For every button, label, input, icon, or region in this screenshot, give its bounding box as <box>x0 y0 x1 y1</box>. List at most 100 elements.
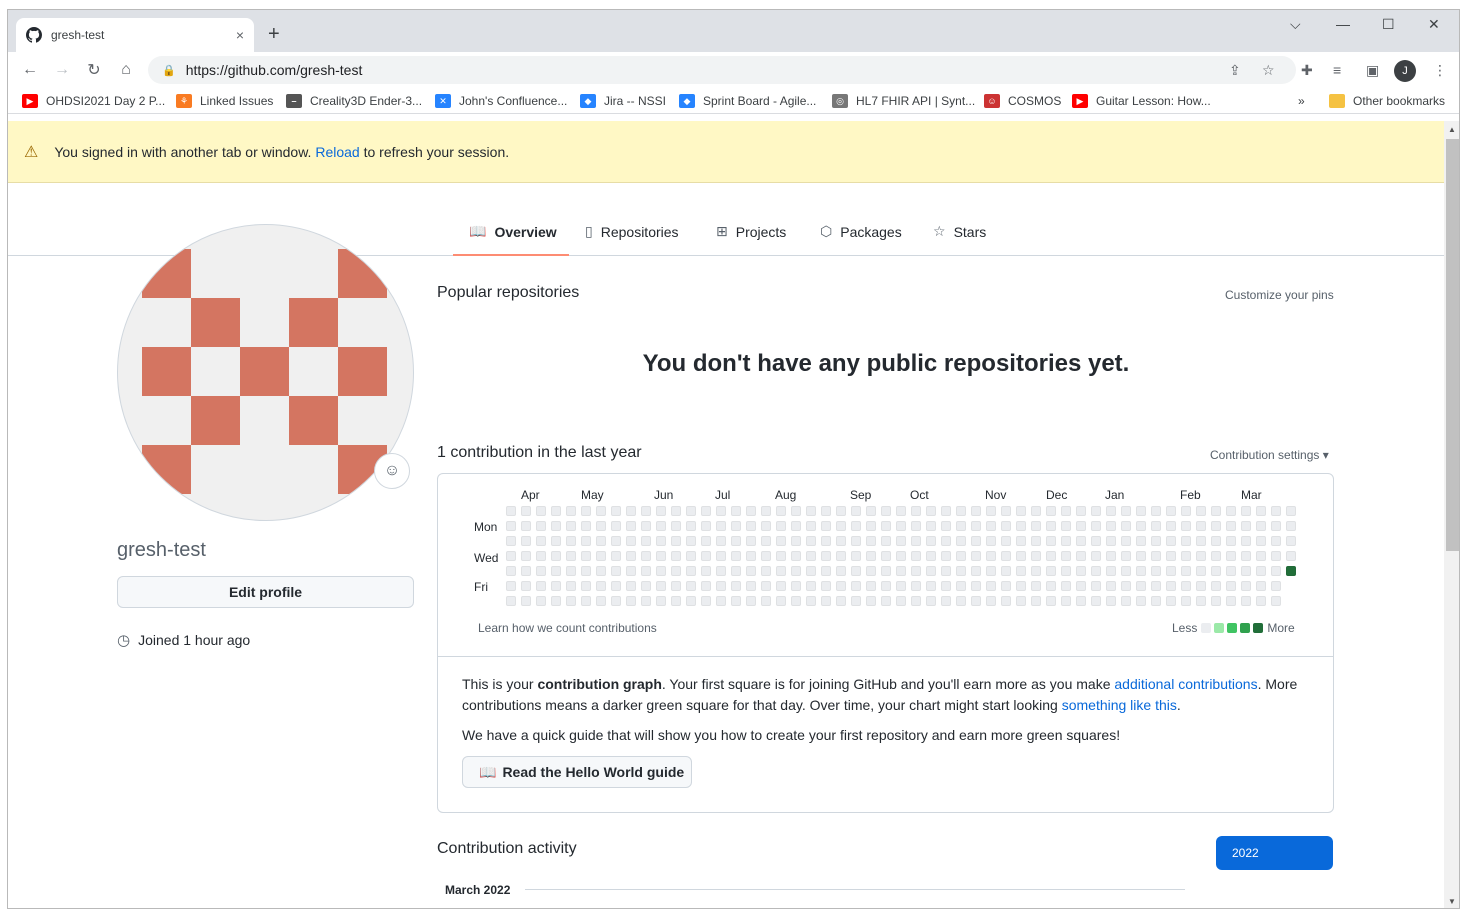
contribution-day[interactable] <box>971 536 981 546</box>
contribution-day[interactable] <box>716 551 726 561</box>
contribution-day[interactable] <box>656 521 666 531</box>
contribution-day[interactable] <box>671 506 681 516</box>
contribution-day[interactable] <box>956 536 966 546</box>
contribution-day[interactable] <box>506 596 516 606</box>
contribution-day[interactable] <box>1151 506 1161 516</box>
contribution-day[interactable] <box>611 566 621 576</box>
contribution-day[interactable] <box>791 536 801 546</box>
contribution-day[interactable] <box>1106 536 1116 546</box>
contribution-day[interactable] <box>1076 506 1086 516</box>
contribution-day[interactable] <box>716 596 726 606</box>
contribution-day[interactable] <box>566 596 576 606</box>
contribution-day[interactable] <box>1091 566 1101 576</box>
contribution-day[interactable] <box>536 551 546 561</box>
contribution-day[interactable] <box>926 581 936 591</box>
contribution-day[interactable] <box>1211 506 1221 516</box>
contribution-day[interactable] <box>1196 596 1206 606</box>
contribution-day[interactable] <box>836 551 846 561</box>
contribution-day[interactable] <box>791 566 801 576</box>
contribution-day[interactable] <box>1256 551 1266 561</box>
contribution-day[interactable] <box>791 506 801 516</box>
contribution-day[interactable] <box>656 506 666 516</box>
contribution-day[interactable] <box>1211 536 1221 546</box>
contribution-day[interactable] <box>1271 506 1281 516</box>
contribution-day[interactable] <box>1076 581 1086 591</box>
contribution-day[interactable] <box>911 551 921 561</box>
contribution-day[interactable] <box>1241 521 1251 531</box>
scroll-up-icon[interactable]: ▲ <box>1448 125 1456 134</box>
contribution-day[interactable] <box>1016 596 1026 606</box>
contribution-day[interactable] <box>866 536 876 546</box>
tab-repositories[interactable]: ▯ Repositories <box>585 223 679 240</box>
tab-close-icon[interactable]: × <box>236 27 244 43</box>
contribution-day[interactable] <box>536 506 546 516</box>
contribution-day[interactable] <box>896 581 906 591</box>
contribution-day[interactable] <box>521 521 531 531</box>
contribution-day[interactable] <box>1241 581 1251 591</box>
contribution-day[interactable] <box>881 506 891 516</box>
edit-profile-button[interactable]: Edit profile <box>117 576 414 608</box>
contribution-day[interactable] <box>1196 506 1206 516</box>
contribution-day[interactable] <box>1076 536 1086 546</box>
contribution-day[interactable] <box>641 566 651 576</box>
contribution-day[interactable] <box>986 566 996 576</box>
contribution-day[interactable] <box>551 596 561 606</box>
contribution-day[interactable] <box>1151 551 1161 561</box>
contribution-day[interactable] <box>1136 506 1146 516</box>
contribution-day[interactable] <box>611 536 621 546</box>
contribution-day[interactable] <box>761 566 771 576</box>
contribution-day[interactable] <box>971 521 981 531</box>
contribution-day[interactable] <box>1271 566 1281 576</box>
learn-contributions-link[interactable]: Learn how we count contributions <box>478 621 657 635</box>
contribution-day[interactable] <box>1016 521 1026 531</box>
contribution-day[interactable] <box>926 536 936 546</box>
contribution-day[interactable] <box>551 506 561 516</box>
contribution-day[interactable] <box>521 551 531 561</box>
contribution-day[interactable] <box>596 566 606 576</box>
contribution-day[interactable] <box>1076 551 1086 561</box>
contribution-day[interactable] <box>1121 581 1131 591</box>
contribution-day[interactable] <box>1286 551 1296 561</box>
contribution-day[interactable] <box>1091 521 1101 531</box>
contribution-day[interactable] <box>641 506 651 516</box>
contribution-day[interactable] <box>1001 581 1011 591</box>
contribution-day[interactable] <box>1166 506 1176 516</box>
contribution-day[interactable] <box>761 551 771 561</box>
contribution-day[interactable] <box>941 551 951 561</box>
contribution-day[interactable] <box>611 551 621 561</box>
contribution-day[interactable] <box>1016 551 1026 561</box>
contribution-day[interactable] <box>956 566 966 576</box>
contribution-day[interactable] <box>1226 551 1236 561</box>
contribution-day[interactable] <box>596 521 606 531</box>
contribution-day[interactable] <box>911 506 921 516</box>
contribution-day[interactable] <box>1256 581 1266 591</box>
contribution-day[interactable] <box>1046 521 1056 531</box>
contribution-day[interactable] <box>1106 551 1116 561</box>
contribution-day[interactable] <box>1151 536 1161 546</box>
contribution-day[interactable] <box>1256 506 1266 516</box>
contribution-day[interactable] <box>911 536 921 546</box>
contribution-day[interactable] <box>1256 521 1266 531</box>
contribution-day[interactable] <box>1226 596 1236 606</box>
tab-stars[interactable]: ☆ Stars <box>933 223 986 240</box>
contribution-day[interactable] <box>1121 566 1131 576</box>
contribution-day[interactable] <box>746 566 756 576</box>
contribution-day[interactable] <box>971 506 981 516</box>
contribution-day[interactable] <box>1256 536 1266 546</box>
contribution-day[interactable] <box>1241 506 1251 516</box>
contribution-day[interactable] <box>1046 596 1056 606</box>
contribution-day[interactable] <box>701 566 711 576</box>
contribution-day[interactable] <box>851 566 861 576</box>
contribution-day[interactable] <box>1076 596 1086 606</box>
contribution-day[interactable] <box>566 521 576 531</box>
contribution-day[interactable] <box>1271 581 1281 591</box>
contribution-day[interactable] <box>566 581 576 591</box>
contribution-day[interactable] <box>1016 506 1026 516</box>
contribution-day[interactable] <box>851 536 861 546</box>
contribution-day[interactable] <box>686 566 696 576</box>
contribution-day[interactable] <box>746 581 756 591</box>
contribution-day[interactable] <box>986 596 996 606</box>
contribution-day[interactable] <box>926 551 936 561</box>
contribution-day[interactable] <box>1241 536 1251 546</box>
contribution-day[interactable] <box>641 536 651 546</box>
